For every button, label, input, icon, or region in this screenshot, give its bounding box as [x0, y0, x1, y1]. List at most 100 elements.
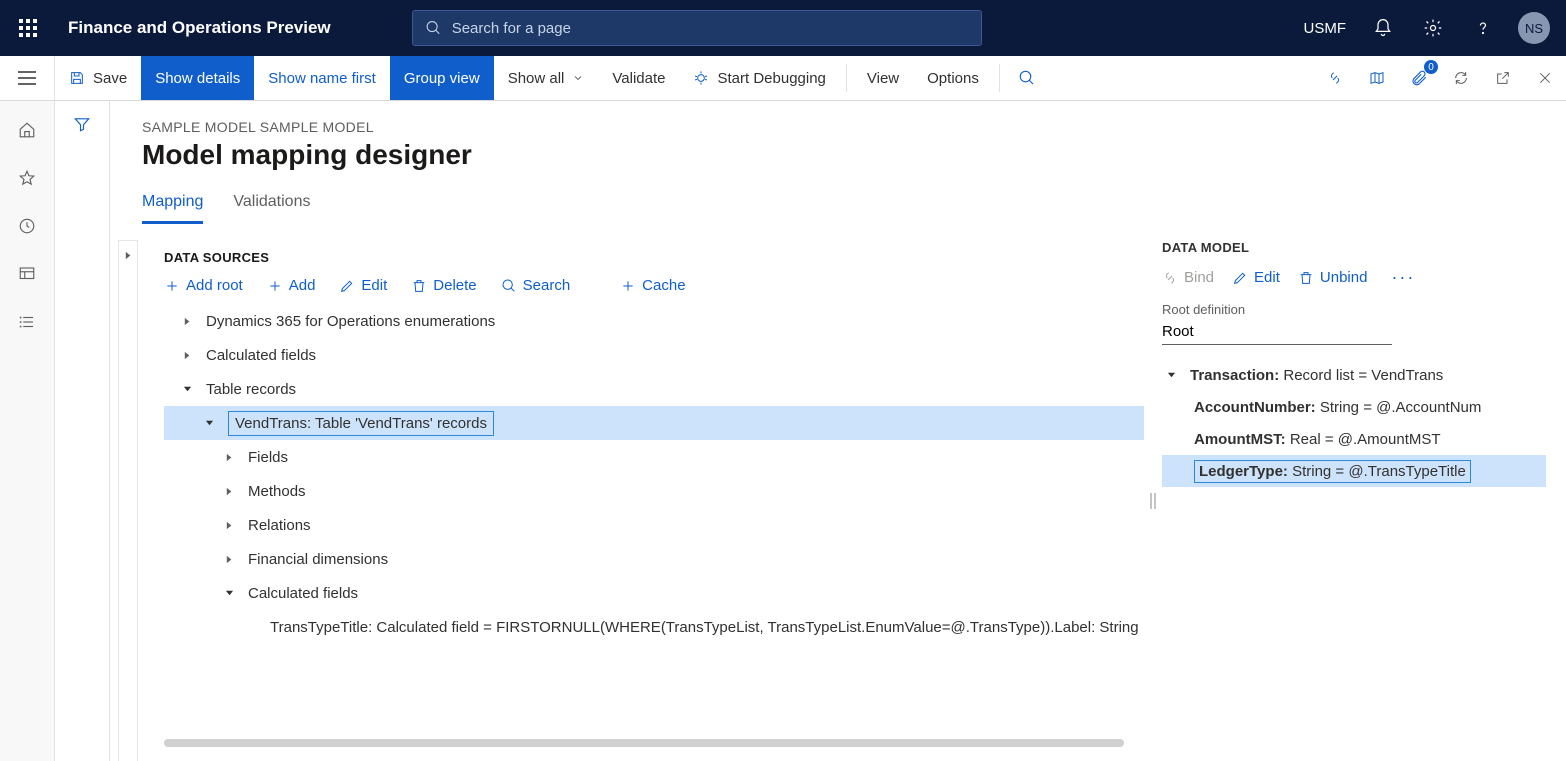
plus-icon	[164, 278, 180, 294]
favorites-button[interactable]	[6, 157, 48, 199]
search-input[interactable]	[452, 20, 969, 37]
map-icon	[1369, 70, 1385, 86]
refresh-icon	[1453, 70, 1469, 86]
add-root-button[interactable]: Add root	[164, 277, 243, 294]
debug-icon	[693, 70, 709, 86]
expand-icon[interactable]	[220, 448, 238, 466]
tree-node-calculated-fields-2[interactable]: Calculated fields	[164, 576, 1144, 610]
app-launcher-icon[interactable]	[0, 0, 56, 56]
tab-mapping[interactable]: Mapping	[142, 193, 203, 224]
dm-node-transaction[interactable]: Transaction: Record list = VendTrans	[1162, 359, 1546, 391]
start-debugging-button[interactable]: Start Debugging	[679, 56, 839, 100]
validate-button[interactable]: Validate	[598, 56, 679, 100]
expand-icon[interactable]	[220, 482, 238, 500]
content: SAMPLE MODEL SAMPLE MODEL Model mapping …	[110, 101, 1566, 761]
show-all-dropdown[interactable]: Show all	[494, 56, 599, 100]
unbind-button[interactable]: Unbind	[1298, 269, 1368, 286]
workspaces-button[interactable]	[6, 253, 48, 295]
options-dropdown[interactable]: Options	[913, 56, 993, 100]
tree-node-methods[interactable]: Methods	[164, 474, 1144, 508]
tree-node-transtypetitle[interactable]: TransTypeTitle: Calculated field = FIRST…	[164, 610, 1144, 644]
root-definition-label: Root definition	[1162, 302, 1546, 317]
group-view-button[interactable]: Group view	[390, 56, 494, 100]
home-button[interactable]	[6, 109, 48, 151]
data-model-title: DATA MODEL	[1162, 240, 1546, 255]
recent-button[interactable]	[6, 205, 48, 247]
star-icon	[18, 169, 36, 187]
expand-icon[interactable]	[178, 312, 196, 330]
navigation-rail	[0, 101, 55, 761]
collapse-icon[interactable]	[178, 380, 196, 398]
cache-button[interactable]: Cache	[620, 277, 685, 294]
expand-icon[interactable]	[220, 550, 238, 568]
tree-node-calculated-fields[interactable]: Calculated fields	[164, 338, 1144, 372]
close-button[interactable]	[1524, 56, 1566, 100]
collapse-icon[interactable]	[220, 584, 238, 602]
dm-node-amountmst[interactable]: AmountMST: Real = @.AmountMST	[1162, 423, 1546, 455]
home-icon	[18, 121, 36, 139]
toolbar: Save Show details Show name first Group …	[0, 56, 1566, 101]
link-icon	[1327, 70, 1343, 86]
tree-node-relations[interactable]: Relations	[164, 508, 1144, 542]
horizontal-scrollbar[interactable]	[164, 739, 1124, 747]
root-definition-input[interactable]	[1162, 319, 1392, 345]
show-details-button[interactable]: Show details	[141, 56, 254, 100]
add-button[interactable]: Add	[267, 277, 316, 294]
toolbar-search-button[interactable]	[1006, 56, 1048, 100]
tree-node-financial-dimensions[interactable]: Financial dimensions	[164, 542, 1144, 576]
company-code[interactable]: USMF	[1294, 20, 1357, 37]
main-area: SAMPLE MODEL SAMPLE MODEL Model mapping …	[0, 101, 1566, 761]
filter-button[interactable]	[73, 115, 91, 761]
filter-rail	[55, 101, 110, 761]
more-actions-button[interactable]: ···	[1391, 267, 1415, 288]
link-button[interactable]	[1314, 56, 1356, 100]
chevron-down-icon	[572, 72, 584, 84]
workspace: DATA SOURCES Add root Add Edit Delete Se…	[110, 224, 1566, 761]
popout-icon	[1495, 70, 1511, 86]
popout-button[interactable]	[1482, 56, 1524, 100]
view-dropdown[interactable]: View	[853, 56, 913, 100]
page-header: SAMPLE MODEL SAMPLE MODEL Model mapping …	[110, 101, 1566, 224]
nav-toggle-button[interactable]	[0, 56, 55, 100]
panel-splitter[interactable]	[1144, 240, 1162, 761]
clock-icon	[18, 217, 36, 235]
tree-node-table-records[interactable]: Table records	[164, 372, 1144, 406]
search-icon	[1018, 69, 1036, 87]
plus-icon	[267, 278, 283, 294]
data-model-tree: Transaction: Record list = VendTrans Acc…	[1162, 359, 1546, 487]
trash-icon	[1298, 270, 1314, 286]
collapse-icon[interactable]	[1162, 366, 1180, 384]
panel-collapse-handle[interactable]	[118, 240, 138, 761]
tree-node-enumerations[interactable]: Dynamics 365 for Operations enumerations	[164, 304, 1144, 338]
save-button[interactable]: Save	[55, 56, 141, 100]
global-search[interactable]	[412, 10, 982, 46]
attachments-button[interactable]: 0	[1398, 56, 1440, 100]
edit-button[interactable]: Edit	[339, 277, 387, 294]
tab-validations[interactable]: Validations	[233, 193, 310, 224]
save-icon	[69, 70, 85, 86]
dm-node-accountnumber[interactable]: AccountNumber: String = @.AccountNum	[1162, 391, 1546, 423]
grip-icon	[1149, 491, 1157, 511]
map-button[interactable]	[1356, 56, 1398, 100]
help-icon[interactable]	[1460, 0, 1506, 56]
breadcrumb: SAMPLE MODEL SAMPLE MODEL	[142, 119, 1534, 135]
dm-node-ledgertype[interactable]: LedgerType: String = @.TransTypeTitle	[1162, 455, 1546, 487]
chevron-right-icon	[124, 251, 133, 260]
show-name-first-button[interactable]: Show name first	[254, 56, 390, 100]
user-avatar[interactable]: NS	[1518, 12, 1550, 44]
attachments-badge: 0	[1424, 60, 1438, 74]
tree-node-vendtrans[interactable]: VendTrans: Table 'VendTrans' records	[164, 406, 1144, 440]
tree-node-fields[interactable]: Fields	[164, 440, 1144, 474]
data-model-actions: Bind Edit Unbind ···	[1162, 267, 1546, 288]
link-icon	[1162, 270, 1178, 286]
settings-icon[interactable]	[1410, 0, 1456, 56]
search-button[interactable]: Search	[501, 277, 571, 294]
expand-icon[interactable]	[178, 346, 196, 364]
expand-icon[interactable]	[220, 516, 238, 534]
refresh-button[interactable]	[1440, 56, 1482, 100]
delete-button[interactable]: Delete	[411, 277, 476, 294]
collapse-icon[interactable]	[200, 414, 218, 432]
modules-button[interactable]	[6, 301, 48, 343]
notifications-icon[interactable]	[1360, 0, 1406, 56]
edit-binding-button[interactable]: Edit	[1232, 269, 1280, 286]
